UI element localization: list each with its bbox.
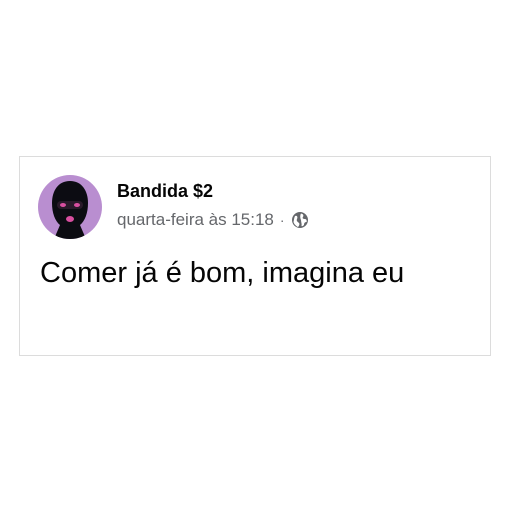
post-text: Comer já é bom, imagina eu [40, 257, 405, 289]
balaclava-avatar-icon [38, 175, 102, 239]
avatar[interactable] [38, 175, 102, 239]
author-name[interactable]: Bandida $2 [117, 181, 213, 202]
globe-icon[interactable] [291, 211, 309, 229]
post-meta: quarta-feira às 15:18 · [117, 210, 309, 230]
post-timestamp[interactable]: quarta-feira às 15:18 [117, 210, 274, 230]
post-card: Bandida $2 quarta-feira às 15:18 · Comer… [19, 156, 491, 356]
meta-separator: · [279, 212, 285, 228]
